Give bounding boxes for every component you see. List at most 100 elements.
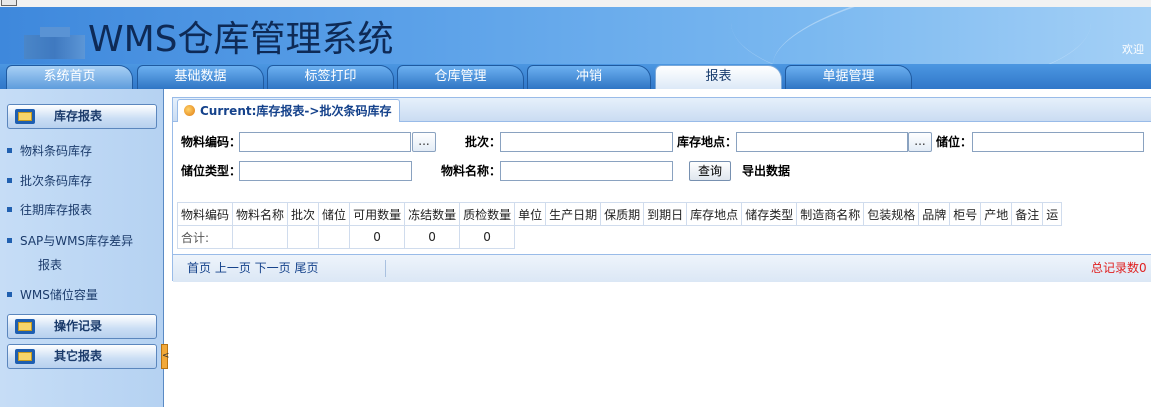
pager-links[interactable]: 首页 上一页 下一页 尾页 [187, 255, 318, 282]
col-header[interactable]: 冻结数量 [404, 202, 461, 226]
material-name-input[interactable] [500, 161, 673, 181]
title-bar [0, 0, 1151, 7]
col-header[interactable]: 保质期 [600, 202, 645, 226]
company-logo-icon-part [40, 27, 70, 37]
tab-warehouse-label: 仓库管理 [434, 69, 487, 84]
tab-home-label: 系统首页 [43, 69, 96, 84]
summary-row: 合计: 0 0 0 [176, 225, 1062, 249]
sidebar: 库存报表 物料条码库存 批次条码库存 往期库存报表 SAP与WMS库存差异 报表… [0, 89, 164, 407]
material-name-label: 物料名称： [441, 164, 502, 178]
col-header[interactable]: 到期日 [643, 202, 688, 226]
breadcrumb-icon [184, 105, 195, 116]
folder-icon [15, 349, 35, 364]
col-header[interactable]: 批次 [287, 202, 320, 226]
col-header[interactable]: 制造商名称 [796, 202, 865, 226]
sidebar-group-label: 库存报表 [54, 109, 103, 123]
location-browse-button[interactable]: ... [908, 132, 932, 152]
batch-input[interactable] [500, 132, 673, 152]
col-header[interactable]: 储位 [318, 202, 351, 226]
app-icon [1, 0, 17, 6]
sidebar-item-label: 往期库存报表 [20, 203, 93, 217]
col-header[interactable]: 单位 [514, 202, 547, 226]
pager-divider [385, 260, 386, 277]
app-title: WMS仓库管理系统 [88, 19, 394, 60]
company-logo-icon [24, 35, 85, 59]
bin-label: 储位： [936, 135, 973, 149]
col-header[interactable]: 物料名称 [232, 202, 289, 226]
summary-cell [318, 225, 351, 249]
sidebar-item-label: SAP与WMS库存差异 [20, 234, 134, 248]
sidebar-group-operation-records[interactable]: 操作记录 [7, 314, 157, 339]
material-code-browse-button[interactable]: ... [412, 132, 436, 152]
col-header[interactable]: 生产日期 [545, 202, 602, 226]
col-header[interactable]: 储存类型 [741, 202, 798, 226]
stock-table: 物料编码 物料名称 批次 储位 可用数量 冻结数量 质检数量 单位 生产日期 保… [176, 202, 1063, 249]
location-label: 库存地点： [677, 135, 738, 149]
sidebar-item-historical-stock-report[interactable]: 往期库存报表 [7, 199, 93, 221]
sidebar-item-label: 报表 [38, 258, 63, 272]
bin-type-input[interactable] [239, 161, 412, 181]
sidebar-collapse-handle[interactable]: < [161, 344, 170, 369]
query-button[interactable]: 查询 [689, 161, 731, 181]
tab-home[interactable]: 系统首页 [6, 65, 133, 89]
export-data-link[interactable]: 导出数据 [742, 161, 790, 181]
table-header-row: 物料编码 物料名称 批次 储位 可用数量 冻结数量 质检数量 单位 生产日期 保… [176, 202, 1063, 226]
breadcrumb: Current:库存报表->批次条码库存 [200, 104, 392, 118]
total-records: 总记录数0 每 [1091, 261, 1151, 275]
sidebar-item-batch-barcode-stock[interactable]: 批次条码库存 [7, 170, 92, 192]
col-header[interactable]: 品牌 [918, 202, 951, 226]
tab-reports-label: 报表 [705, 69, 732, 84]
welcome-text: 欢迎 [1122, 43, 1144, 56]
col-header[interactable]: 包装规格 [863, 202, 920, 226]
tab-warehouse[interactable]: 仓库管理 [397, 65, 524, 89]
col-header[interactable]: 产地 [980, 202, 1013, 226]
breadcrumb-tab[interactable]: Current:库存报表->批次条码库存 [177, 99, 401, 122]
tab-basic-data[interactable]: 基础数据 [137, 65, 264, 89]
tab-reversal[interactable]: 冲销 [527, 65, 651, 89]
sidebar-item-label: WMS储位容量 [20, 288, 98, 302]
bullet-icon [7, 178, 12, 183]
breadcrumb-bar: Current:库存报表->批次条码库存 [173, 98, 1151, 122]
tab-reversal-label: 冲销 [575, 69, 602, 84]
sidebar-item-wms-bin-capacity[interactable]: WMS储位容量 [7, 284, 98, 306]
material-code-input[interactable] [239, 132, 411, 152]
main-nav: 系统首页 基础数据 标签打印 仓库管理 冲销 报表 单据管理 [0, 64, 1151, 89]
sidebar-group-label: 其它报表 [54, 349, 103, 363]
bullet-icon [7, 238, 12, 243]
summary-cell [232, 225, 289, 249]
summary-qc-qty: 0 [459, 225, 516, 249]
col-header[interactable]: 备注 [1011, 202, 1044, 226]
summary-frozen-qty: 0 [404, 225, 461, 249]
material-code-label: 物料编码： [181, 135, 242, 149]
folder-icon [15, 109, 35, 124]
header-swoosh-decoration-2 [731, 7, 1091, 64]
folder-icon [15, 319, 35, 334]
summary-cell [287, 225, 320, 249]
pager-bar: 首页 上一页 下一页 尾页 总记录数0 每 [173, 254, 1151, 282]
col-header[interactable]: 质检数量 [459, 202, 516, 226]
tab-reports[interactable]: 报表 [655, 65, 782, 89]
sidebar-group-inventory-reports[interactable]: 库存报表 [7, 104, 157, 129]
tab-label-print-label: 标签打印 [304, 69, 357, 84]
col-header[interactable]: 库存地点 [686, 202, 743, 226]
tab-documents-label: 单据管理 [822, 69, 875, 84]
summary-available-qty: 0 [349, 225, 406, 249]
sidebar-group-other-reports[interactable]: 其它报表 [7, 344, 157, 369]
location-input[interactable] [736, 132, 908, 152]
summary-cell: 合计: [176, 225, 234, 249]
col-header[interactable]: 柜号 [949, 202, 982, 226]
sidebar-item-sap-wms-diff[interactable]: SAP与WMS库存差异 [7, 230, 134, 252]
col-header[interactable]: 运 [1042, 202, 1063, 226]
bin-input[interactable] [972, 132, 1144, 152]
col-header[interactable]: 物料编码 [176, 202, 234, 226]
tab-label-print[interactable]: 标签打印 [267, 65, 394, 89]
tab-basic-data-label: 基础数据 [174, 69, 227, 84]
tab-documents[interactable]: 单据管理 [785, 65, 912, 89]
content-panel: Current:库存报表->批次条码库存 物料编码： ... 批次： 库存地点：… [172, 97, 1151, 282]
sidebar-item-sap-wms-diff-cont[interactable]: 报表 [38, 254, 62, 276]
col-header[interactable]: 可用数量 [349, 202, 406, 226]
sidebar-item-material-barcode-stock[interactable]: 物料条码库存 [7, 140, 92, 162]
bullet-icon [7, 292, 12, 297]
sidebar-group-label: 操作记录 [54, 319, 103, 333]
app-header: WMS仓库管理系统 欢迎 [0, 7, 1151, 64]
